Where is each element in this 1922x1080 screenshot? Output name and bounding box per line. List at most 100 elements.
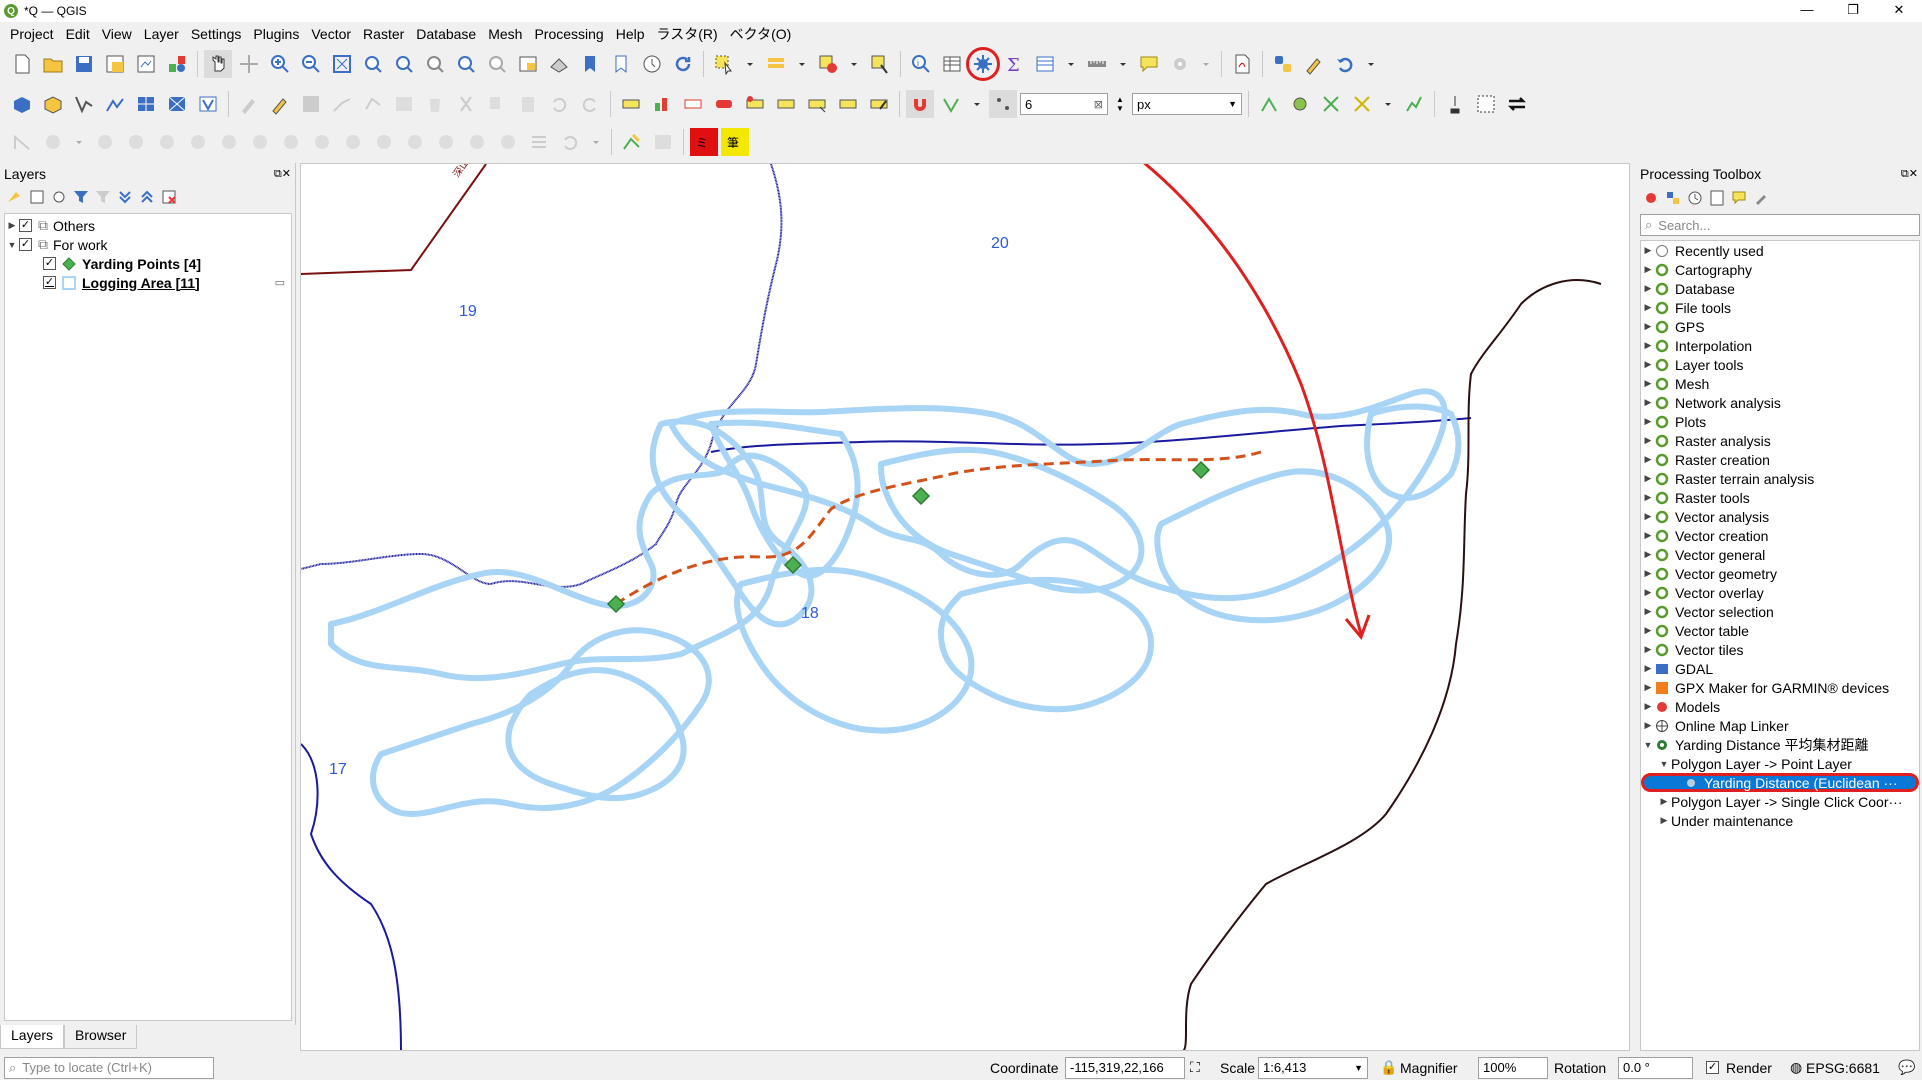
- chevron-down-icon[interactable]: [1197, 50, 1215, 78]
- locator-input[interactable]: ⌕ Type to locate (Ctrl+K): [4, 1056, 214, 1079]
- provider-vector-tiles[interactable]: ▶ Vector tiles: [1641, 640, 1919, 659]
- expand-arrow-icon[interactable]: ▶: [1641, 397, 1655, 408]
- remove-layer-icon[interactable]: [160, 183, 178, 211]
- provider-raster-tools[interactable]: ▶ Raster tools: [1641, 488, 1919, 507]
- expand-arrow-icon[interactable]: ▶: [1641, 568, 1655, 579]
- swap-arrows-icon[interactable]: [1503, 90, 1531, 118]
- select-raster-icon[interactable]: [1472, 90, 1500, 118]
- provider-raster-analysis[interactable]: ▶ Raster analysis: [1641, 431, 1919, 450]
- scale-select[interactable]: 1:6,413 ▼: [1258, 1056, 1368, 1079]
- snap-intersection-icon[interactable]: [1286, 90, 1314, 118]
- expand-arrow-icon[interactable]: ▶: [1641, 644, 1655, 655]
- new-3d-view-icon[interactable]: [545, 50, 573, 78]
- provider-vector-geometry[interactable]: ▶ Vector geometry: [1641, 564, 1919, 583]
- provider-yarding-distance[interactable]: ▼ Yarding Distance 平均集材距離: [1641, 735, 1919, 754]
- split-features-icon[interactable]: [277, 128, 305, 156]
- statistics-icon[interactable]: Σ: [1000, 50, 1028, 78]
- collapse-arrow-icon[interactable]: ▼: [1657, 759, 1671, 769]
- expand-arrow-icon[interactable]: ▶: [1641, 663, 1655, 674]
- data-source-manager-icon[interactable]: [8, 90, 36, 118]
- show-hide-labels-icon[interactable]: [710, 90, 738, 118]
- expand-arrow-icon[interactable]: ▶: [1641, 530, 1655, 541]
- print-layout-icon[interactable]: [132, 50, 160, 78]
- provider-vector-selection[interactable]: ▶ Vector selection: [1641, 602, 1919, 621]
- coordinate-field[interactable]: -115,319,22,166: [1065, 1056, 1185, 1079]
- pdf-document-icon[interactable]: [1228, 50, 1256, 78]
- expand-arrow-icon[interactable]: ▶: [1641, 587, 1655, 598]
- zoom-native-icon[interactable]: [421, 50, 449, 78]
- provider-vector-creation[interactable]: ▶ Vector creation: [1641, 526, 1919, 545]
- expand-arrow-icon[interactable]: ▶: [1641, 264, 1655, 275]
- menu-settings[interactable]: Settings: [185, 26, 248, 42]
- select-features-icon[interactable]: [710, 50, 738, 78]
- close-button[interactable]: ✕: [1876, 0, 1922, 22]
- open-project-icon[interactable]: [39, 50, 67, 78]
- provider-recently-used[interactable]: ▶ Recently used: [1641, 241, 1919, 260]
- minimize-button[interactable]: —: [1784, 0, 1830, 22]
- collapse-arrow-icon[interactable]: ▼: [1641, 740, 1655, 750]
- zoom-in-icon[interactable]: [266, 50, 294, 78]
- save-edits-icon[interactable]: [297, 90, 325, 118]
- new-project-icon[interactable]: [8, 50, 36, 78]
- save-as-icon[interactable]: [101, 50, 129, 78]
- align-features-icon[interactable]: [525, 128, 553, 156]
- vertex-tool-icon[interactable]: [359, 90, 387, 118]
- delete-ring-icon[interactable]: [153, 128, 181, 156]
- add-ring-icon[interactable]: [39, 128, 67, 156]
- expand-arrow-icon[interactable]: ▶: [1641, 302, 1655, 313]
- zoom-out-icon[interactable]: [297, 50, 325, 78]
- add-wms-icon[interactable]: [163, 90, 191, 118]
- expand-arrow-icon[interactable]: ▶: [1641, 378, 1655, 389]
- paste-features-icon[interactable]: [514, 90, 542, 118]
- tool-group-under-maintenance[interactable]: ▶ Under maintenance: [1641, 811, 1919, 830]
- collapse-arrow-icon[interactable]: ▼: [5, 240, 19, 250]
- topological-editing-icon[interactable]: [1255, 90, 1283, 118]
- history-icon[interactable]: [1686, 184, 1704, 212]
- new-bookmark-icon[interactable]: [576, 50, 604, 78]
- chevron-down-icon[interactable]: [741, 50, 759, 78]
- save-project-icon[interactable]: [70, 50, 98, 78]
- expand-arrow-icon[interactable]: ▶: [1641, 511, 1655, 522]
- layer-group-checkbox[interactable]: ✓: [19, 219, 32, 232]
- pan-map-icon[interactable]: [204, 50, 232, 78]
- render-checkbox[interactable]: ✓: [1706, 1061, 1719, 1074]
- options-icon[interactable]: [1752, 184, 1770, 212]
- expand-arrow-icon[interactable]: ▶: [1641, 340, 1655, 351]
- tab-layers[interactable]: Layers: [0, 1025, 65, 1049]
- layer-yarding-points[interactable]: ✓ Yarding Points [4]: [5, 254, 291, 273]
- chevron-down-icon[interactable]: [1062, 50, 1080, 78]
- refresh-icon[interactable]: [669, 50, 697, 78]
- menu-database[interactable]: Database: [410, 26, 482, 42]
- clear-icon[interactable]: ⊠: [1094, 98, 1103, 111]
- maximize-button[interactable]: ❐: [1830, 0, 1876, 22]
- menu-vector-jp[interactable]: ベクタ(O): [724, 24, 798, 44]
- copy-features-icon[interactable]: [483, 90, 511, 118]
- expand-arrow-icon[interactable]: ▶: [1641, 454, 1655, 465]
- chevron-down-icon[interactable]: [845, 50, 863, 78]
- provider-interpolation[interactable]: ▶ Interpolation: [1641, 336, 1919, 355]
- chevron-down-icon[interactable]: [793, 50, 811, 78]
- expand-arrow-icon[interactable]: ▶: [1641, 625, 1655, 636]
- tool-group-polygon-point[interactable]: ▼ Polygon Layer -> Point Layer: [1641, 754, 1919, 773]
- float-close-icon[interactable]: ⧉✕: [274, 167, 291, 181]
- menu-view[interactable]: View: [96, 26, 138, 42]
- add-group-icon[interactable]: [28, 183, 46, 211]
- highlight-pinned-labels-icon[interactable]: [679, 90, 707, 118]
- menu-layer[interactable]: Layer: [138, 26, 185, 42]
- provider-models[interactable]: ▶ Models: [1641, 697, 1919, 716]
- new-map-view-icon[interactable]: [514, 50, 542, 78]
- menu-processing[interactable]: Processing: [528, 26, 609, 42]
- add-part-icon[interactable]: [91, 128, 119, 156]
- offset-curve-icon[interactable]: [246, 128, 274, 156]
- menu-help[interactable]: Help: [610, 26, 651, 42]
- undo-icon[interactable]: [545, 90, 573, 118]
- tool-yarding-distance-euclidean[interactable]: Yarding Distance (Euclidean ···: [1641, 773, 1919, 792]
- delete-part-icon[interactable]: [184, 128, 212, 156]
- chevron-down-icon[interactable]: [968, 90, 986, 118]
- open-table-icon[interactable]: [1031, 50, 1059, 78]
- deselect-icon[interactable]: [814, 50, 842, 78]
- scripts-icon[interactable]: [1664, 184, 1682, 212]
- redo-icon[interactable]: [576, 90, 604, 118]
- provider-cartography[interactable]: ▶ Cartography: [1641, 260, 1919, 279]
- digitize-tool-icon[interactable]: [1300, 50, 1328, 78]
